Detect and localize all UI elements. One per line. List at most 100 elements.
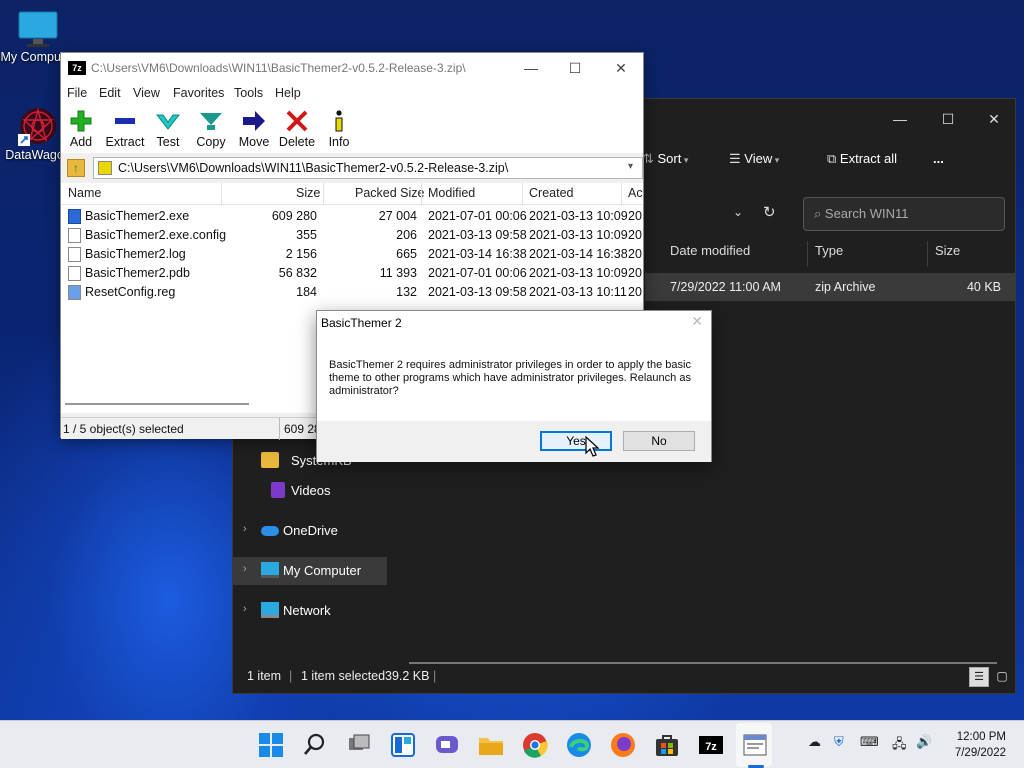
status-separator xyxy=(279,418,280,440)
column-header-modified[interactable]: Modified xyxy=(428,186,475,200)
close-button[interactable]: ✕ xyxy=(601,57,641,79)
defender-shield-icon[interactable]: ⛨ xyxy=(834,735,844,750)
table-row[interactable]: BasicThemer2.exe.config 355 206 2021-03-… xyxy=(61,226,643,245)
minimize-button[interactable]: — xyxy=(511,57,551,79)
add-button[interactable]: Add xyxy=(57,105,105,153)
test-button[interactable]: Test xyxy=(144,105,192,153)
table-row[interactable]: BasicThemer2.exe 609 280 27 004 2021-07-… xyxy=(61,207,643,226)
menu-edit[interactable]: Edit xyxy=(99,86,121,100)
close-button[interactable]: ✕ xyxy=(971,107,1017,131)
search-input[interactable]: ⌕ Search WIN11 xyxy=(803,197,1005,231)
no-button[interactable]: No xyxy=(623,431,695,451)
sort-icon: ⇅ xyxy=(643,151,658,166)
nav-item-onedrive[interactable]: › OneDrive xyxy=(233,517,389,545)
menu-view[interactable]: View xyxy=(133,86,160,100)
more-options-button[interactable]: ... xyxy=(933,151,944,166)
selected-count: 1 item selected xyxy=(301,669,386,683)
column-header-date[interactable]: Date modified xyxy=(670,243,750,267)
chrome-icon[interactable] xyxy=(521,731,549,759)
basicthemer-app-icon[interactable] xyxy=(741,731,769,759)
keyboard-icon[interactable]: ⌨ xyxy=(860,735,879,750)
menu-file[interactable]: File xyxy=(67,86,87,100)
extract-button[interactable]: Extract xyxy=(101,105,149,153)
selected-size: 39.2 KB xyxy=(385,669,430,683)
column-header-name[interactable]: Name xyxy=(68,186,101,200)
address-bar[interactable]: ⌄ ↻ xyxy=(645,197,793,231)
exe-file-icon xyxy=(68,209,81,224)
clock-date: 7/29/2022 xyxy=(954,747,1006,759)
firefox-icon[interactable] xyxy=(609,731,637,759)
table-row[interactable]: BasicThemer2.pdb 56 832 11 393 2021-07-0… xyxy=(61,264,643,283)
store-icon[interactable] xyxy=(653,731,681,759)
search-icon[interactable] xyxy=(301,731,329,759)
column-header-size[interactable]: Size xyxy=(935,243,960,267)
menu-bar: File Edit View Favorites Tools Help xyxy=(61,83,643,105)
explorer-status-bar: 1 item | 1 item selected 39.2 KB | ☰ ▢ xyxy=(233,663,1015,693)
menu-favorites[interactable]: Favorites xyxy=(173,86,224,100)
maximize-button[interactable]: ☐ xyxy=(925,107,971,131)
yes-button[interactable]: Yes xyxy=(540,431,612,451)
edge-icon[interactable] xyxy=(565,731,593,759)
column-header-size[interactable]: Size xyxy=(296,186,320,200)
menu-help[interactable]: Help xyxy=(275,86,301,100)
chevron-right-icon[interactable]: › xyxy=(243,563,247,575)
task-view-icon[interactable] xyxy=(345,731,373,759)
volume-icon[interactable]: 🔊 xyxy=(916,735,932,750)
admin-privileges-dialog[interactable]: BasicThemer 2 ✕ BasicThemer 2 requires a… xyxy=(316,310,712,462)
7zip-taskbar-icon[interactable]: 7z xyxy=(697,731,725,759)
system-clock[interactable]: 12:00 PM 7/29/2022 xyxy=(955,729,1006,761)
nav-item-my-computer[interactable]: › My Computer xyxy=(233,557,387,585)
column-header-accessed[interactable]: Ac xyxy=(628,186,643,200)
file-row-selected[interactable]: 7/29/2022 11:00 AM zip Archive 40 KB xyxy=(645,273,1015,301)
path-input[interactable]: C:\Users\VM6\Downloads\WIN11\BasicThemer… xyxy=(93,157,643,179)
network-icon[interactable]: 🖧 xyxy=(892,735,907,757)
nav-item-network[interactable]: › Network xyxy=(233,597,389,625)
chevron-down-icon[interactable]: ⌄ xyxy=(733,205,743,219)
column-separator xyxy=(522,183,523,205)
info-button[interactable]: Info xyxy=(315,105,363,153)
horizontal-scrollbar[interactable] xyxy=(65,403,249,405)
file-date: 7/29/2022 11:00 AM xyxy=(670,280,781,294)
column-separator xyxy=(621,183,622,205)
file-type: zip Archive xyxy=(815,280,876,294)
view-button[interactable]: ☰ View ▾ xyxy=(729,151,779,167)
start-windows-icon[interactable] xyxy=(257,731,285,759)
svg-text:7z: 7z xyxy=(705,741,717,753)
move-button[interactable]: Move xyxy=(230,105,278,153)
file-explorer-icon[interactable] xyxy=(477,731,505,759)
7zip-titlebar[interactable]: 7z C:\Users\VM6\Downloads\WIN11\BasicThe… xyxy=(61,53,643,83)
maximize-button[interactable]: ☐ xyxy=(555,57,595,79)
table-row[interactable]: ResetConfig.reg 184 132 2021-03-13 09:58… xyxy=(61,283,643,302)
teams-chat-icon[interactable] xyxy=(433,731,461,759)
onedrive-tray-icon[interactable]: ☁ xyxy=(808,735,821,750)
copy-button[interactable]: Copy xyxy=(187,105,235,153)
dialog-close-button[interactable]: ✕ xyxy=(691,313,703,330)
widgets-icon[interactable] xyxy=(389,731,417,759)
sort-button[interactable]: ⇅ Sort ▾ xyxy=(643,151,688,167)
menu-tools[interactable]: Tools xyxy=(234,86,263,100)
up-folder-icon[interactable]: ↑ xyxy=(67,159,85,177)
column-header-created[interactable]: Created xyxy=(529,186,573,200)
column-header-packed-size[interactable]: Packed Size xyxy=(355,186,424,200)
list-header: Name Size Packed Size Modified Created A… xyxy=(61,183,643,205)
delete-button[interactable]: Delete xyxy=(273,105,321,153)
table-row[interactable]: BasicThemer2.log 2 156 665 2021-03-14 16… xyxy=(61,245,643,264)
nav-item-videos[interactable]: Videos xyxy=(233,477,389,505)
column-header-type[interactable]: Type xyxy=(815,243,843,267)
datawagon-icon xyxy=(18,107,56,146)
refresh-icon[interactable]: ↻ xyxy=(763,203,776,221)
chevron-down-icon[interactable]: ▾ xyxy=(628,161,633,172)
tiles-view-button[interactable]: ▢ xyxy=(993,667,1011,687)
details-view-button[interactable]: ☰ xyxy=(969,667,989,687)
network-icon xyxy=(261,602,279,618)
chevron-right-icon[interactable]: › xyxy=(243,603,247,615)
file-icon xyxy=(68,228,81,243)
chevron-right-icon[interactable]: › xyxy=(243,523,247,535)
copy-arrow-icon xyxy=(200,113,222,130)
extract-all-button[interactable]: ⧉ Extract all xyxy=(827,151,897,167)
minimize-button[interactable]: — xyxy=(877,107,923,131)
mouse-cursor-icon xyxy=(585,436,600,457)
item-count: 1 item xyxy=(247,669,282,683)
registry-file-icon xyxy=(68,285,81,300)
column-separator xyxy=(927,241,928,267)
